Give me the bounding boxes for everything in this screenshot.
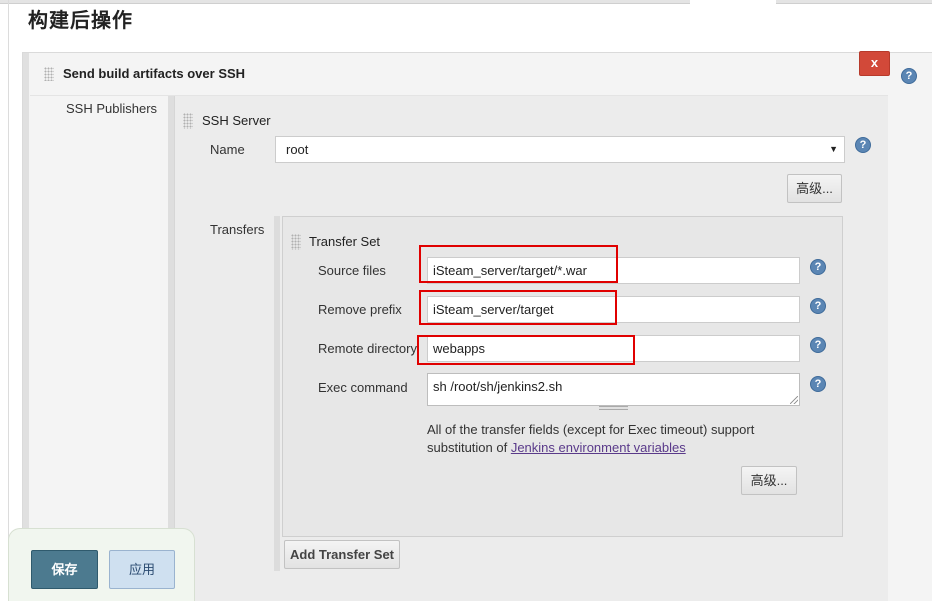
source-files-label: Source files — [318, 263, 386, 278]
panel-drag-bar — [23, 53, 29, 601]
help-icon[interactable]: ? — [901, 68, 917, 84]
ssh-publishers-label: SSH Publishers — [66, 101, 158, 116]
remote-directory-label: Remote directory — [318, 341, 417, 356]
exec-command-value: sh /root/sh/jenkins2.sh — [433, 379, 563, 394]
server-name-value: root — [286, 142, 309, 157]
apply-button[interactable]: 应用 — [109, 550, 175, 589]
ssh-server-title: SSH Server — [202, 113, 271, 128]
chevron-down-icon: ▼ — [829, 144, 838, 154]
transfer-drag-bar — [274, 216, 280, 571]
help-icon[interactable]: ? — [855, 137, 871, 153]
tab-strip-segment — [776, 0, 932, 4]
top-tab-strip — [0, 0, 932, 4]
transfers-label: Transfers — [210, 222, 265, 237]
highlight-box — [419, 290, 617, 325]
highlight-box — [419, 245, 618, 283]
save-button[interactable]: 保存 — [31, 550, 98, 589]
help-icon[interactable]: ? — [810, 259, 826, 275]
add-transfer-set-button[interactable]: Add Transfer Set — [284, 540, 400, 569]
substitution-note: All of the transfer fields (except for E… — [427, 421, 807, 457]
name-label: Name — [210, 142, 245, 157]
left-rule — [8, 0, 9, 601]
transfer-advanced-button[interactable]: 高级... — [741, 466, 797, 495]
drag-handle-icon[interactable] — [44, 67, 54, 81]
server-name-select[interactable]: root ▼ — [275, 136, 845, 163]
highlight-box — [417, 335, 635, 365]
exec-command-label: Exec command — [318, 380, 408, 395]
help-icon[interactable]: ? — [810, 376, 826, 392]
resize-handle-icon[interactable] — [790, 396, 798, 404]
exec-command-textarea[interactable]: sh /root/sh/jenkins2.sh — [427, 373, 800, 406]
page-title: 构建后操作 — [28, 8, 133, 32]
server-advanced-button[interactable]: 高级... — [787, 174, 842, 203]
delete-step-button[interactable]: x — [859, 51, 890, 76]
transfer-set-title: Transfer Set — [309, 234, 381, 249]
drag-handle-icon[interactable] — [291, 234, 301, 250]
textarea-grabber[interactable] — [599, 406, 628, 410]
help-icon[interactable]: ? — [810, 337, 826, 353]
help-icon[interactable]: ? — [810, 298, 826, 314]
remove-prefix-label: Remove prefix — [318, 302, 402, 317]
section-title: Send build artifacts over SSH — [63, 66, 246, 81]
publishers-column — [30, 96, 170, 601]
drag-handle-icon[interactable] — [183, 113, 193, 129]
env-variables-link[interactable]: Jenkins environment variables — [511, 440, 686, 455]
